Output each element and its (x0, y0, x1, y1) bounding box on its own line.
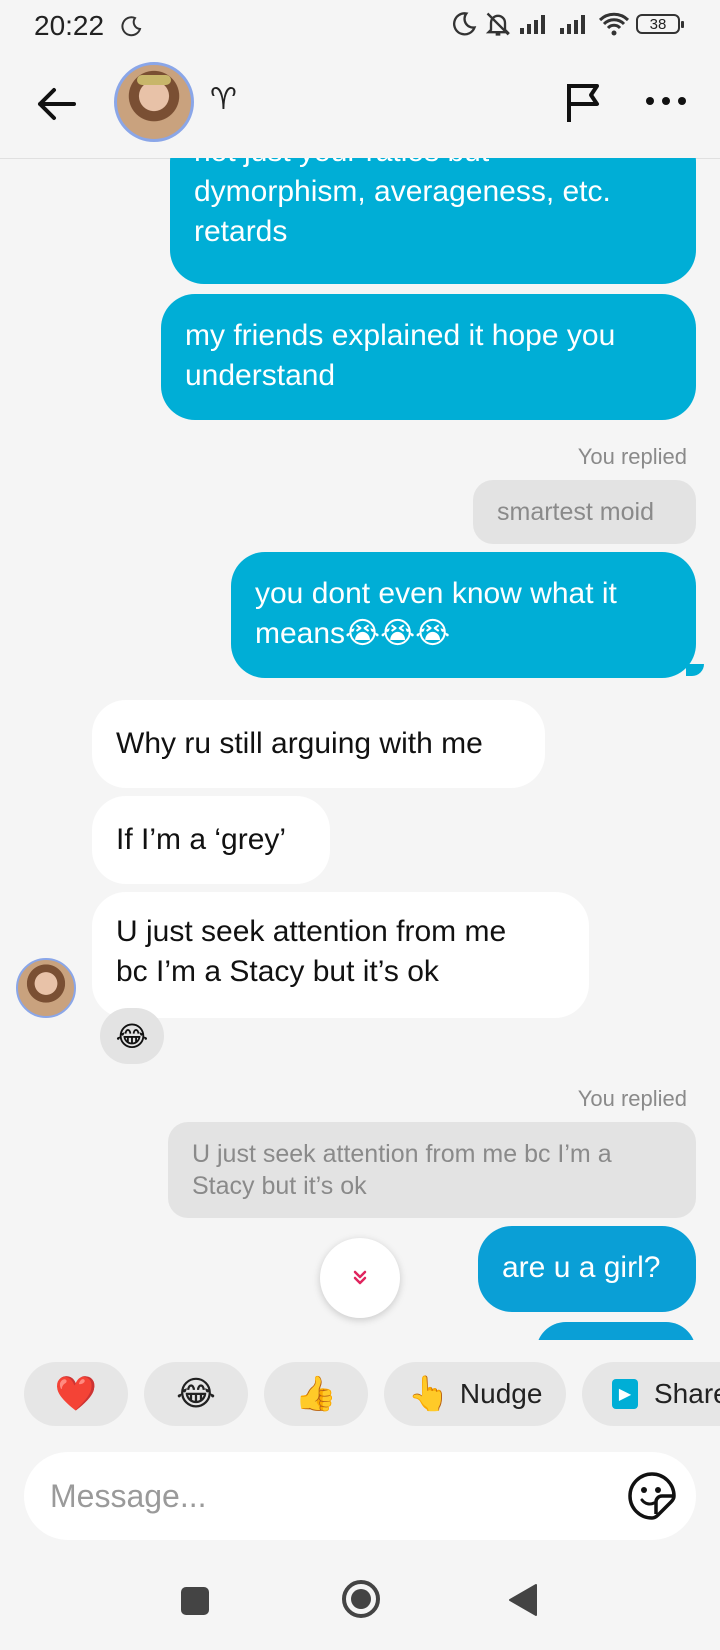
signal-icon (520, 15, 545, 34)
quoted-text: smartest moid (497, 498, 654, 526)
recent-apps-icon[interactable] (178, 1584, 212, 1618)
contact-avatar[interactable] (114, 62, 194, 142)
incoming-message[interactable]: U just seek attention from me bc I’m a S… (92, 892, 589, 1018)
heart-icon: ❤️ (54, 1375, 98, 1413)
chat-header: ♈ (0, 52, 720, 159)
nudge-button[interactable]: 👆 Nudge (384, 1362, 566, 1426)
quick-reply-laugh[interactable]: 😂 (144, 1362, 248, 1426)
share-icon: ▶ (612, 1379, 638, 1409)
outgoing-message[interactable] (536, 1322, 696, 1340)
thumbs-up-icon: 👍 (294, 1375, 338, 1413)
message-reaction[interactable]: 😂 (100, 1008, 164, 1064)
message-line: means😭😭😭 (255, 617, 451, 650)
status-bar: 20:22 38 (0, 0, 720, 52)
outgoing-message[interactable]: my friends explained it hope you underst… (161, 294, 696, 420)
status-icons: 38 (450, 10, 684, 38)
message-line: not just your ratios but (194, 158, 672, 172)
message-line: dymorphism, averageness, etc. (194, 175, 611, 208)
you-replied-label: You replied (577, 444, 687, 469)
message-list[interactable]: not just your ratios but dymorphism, ave… (0, 158, 720, 1340)
message-line: retards (194, 215, 288, 248)
double-chevron-down-icon (353, 1270, 367, 1285)
message-line: understand (185, 359, 336, 392)
you-replied-label: You replied (577, 1086, 687, 1111)
laughing-icon: 😂 (176, 1375, 216, 1413)
outgoing-message[interactable]: you dont even know what it means😭😭😭 (231, 552, 696, 678)
contact-avatar-small[interactable] (16, 958, 76, 1018)
message-line: U just seek attention from me (116, 915, 507, 948)
battery-level: 38 (649, 15, 667, 33)
quoted-message[interactable]: smartest moid (473, 480, 696, 544)
bubble-tail (686, 664, 704, 676)
message-text: Why ru still arguing with me (116, 727, 483, 760)
quoted-line: U just seek attention from me bc I’m a (192, 1140, 612, 1168)
share-button[interactable]: ▶ Share (582, 1362, 720, 1426)
quick-reply-heart[interactable]: ❤️ (24, 1362, 128, 1426)
outgoing-message[interactable]: are u a girl? (478, 1226, 696, 1312)
status-time: 20:22 (34, 10, 105, 41)
quick-replies: ❤️ 😂 👍 👆 Nudge ▶ Share (0, 1362, 720, 1430)
quoted-line: Stacy but it’s ok (192, 1172, 367, 1200)
message-text: If I’m a ‘grey’ (116, 823, 287, 856)
moon-icon (121, 16, 142, 37)
incoming-message[interactable]: If I’m a ‘grey’ (92, 796, 330, 884)
incoming-message[interactable]: Why ru still arguing with me (92, 700, 545, 788)
moon-icon (452, 12, 477, 36)
sticker-icon[interactable] (626, 1470, 678, 1522)
back-arrow-icon[interactable] (32, 80, 80, 128)
outgoing-message[interactable]: not just your ratios but dymorphism, ave… (170, 158, 696, 284)
nudge-label: Nudge (459, 1378, 543, 1409)
flag-icon[interactable] (560, 78, 608, 126)
home-icon[interactable] (340, 1578, 382, 1620)
more-icon[interactable] (642, 86, 690, 116)
battery-icon: 38 (636, 14, 684, 34)
message-line: you dont even know what it (255, 577, 617, 610)
scroll-to-bottom-button[interactable] (320, 1238, 400, 1318)
system-nav-bar (0, 1560, 720, 1650)
zodiac-aries-icon: ♈ (210, 83, 237, 116)
message-line: my friends explained it hope you (185, 319, 616, 352)
message-input[interactable] (48, 1472, 612, 1520)
quoted-message[interactable]: U just seek attention from me bc I’m a S… (168, 1122, 696, 1218)
wifi-icon (598, 12, 630, 36)
quick-reply-thumbs-up[interactable]: 👍 (264, 1362, 368, 1426)
message-composer (24, 1452, 696, 1540)
message-line: bc I’m a Stacy but it’s ok (116, 955, 439, 988)
signal-icon (560, 15, 585, 34)
share-label: Share (654, 1378, 720, 1409)
back-icon[interactable] (506, 1582, 540, 1618)
message-text: are u a girl? (502, 1251, 661, 1284)
pointing-hand-icon: 👆 (407, 1375, 450, 1413)
dnd-bell-off-icon (485, 12, 511, 36)
